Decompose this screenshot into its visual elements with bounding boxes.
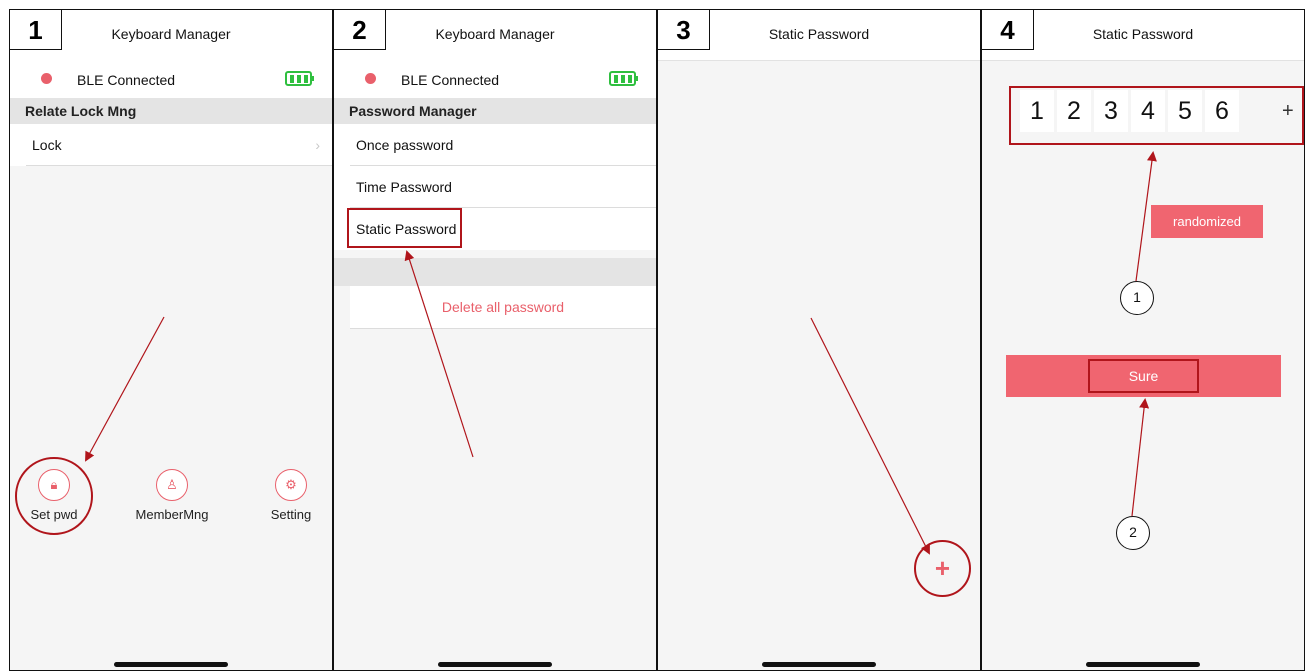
step-number: 2 [334,10,386,50]
home-indicator [1086,662,1200,667]
ble-status-row: BLE Connected [10,60,332,98]
tab-member-mng[interactable]: ♙ MemberMng [132,469,212,522]
home-indicator [438,662,552,667]
list-item-once-password[interactable]: Once password [334,124,656,166]
section-header: Relate Lock Mng [10,98,332,124]
chevron-right-icon: › [315,137,320,153]
connection-dot-icon [41,73,52,84]
members-icon: ♙ [156,469,188,501]
battery-icon [285,71,314,86]
add-password-button[interactable]: + [914,540,971,597]
ble-status-text: BLE Connected [401,72,500,88]
home-indicator [762,662,876,667]
section-gap [334,258,656,286]
step-number: 4 [982,10,1034,50]
highlight-box [1009,86,1304,145]
callout-badge: 1 [1120,281,1154,315]
callout-badge: 2 [1116,516,1150,550]
ble-status-text: BLE Connected [77,72,176,88]
tab-label: Setting [270,507,312,522]
step1-panel: 1 Keyboard Manager BLE Connected Relate … [9,9,333,671]
list-item-lock[interactable]: Lock › [10,124,332,166]
highlight-box [1088,359,1199,393]
step2-panel: 2 Keyboard Manager BLE Connected Passwor… [333,9,657,671]
list-item-time-password[interactable]: Time Password [334,166,656,208]
connection-dot-icon [365,73,376,84]
ble-status-row: BLE Connected [334,60,656,98]
tab-setting[interactable]: ⚙ Setting [251,469,331,522]
home-indicator [114,662,228,667]
list-item-label: Once password [356,137,454,153]
tab-label: MemberMng [135,507,209,522]
battery-icon [609,71,638,86]
list-item-label: Time Password [356,179,452,195]
section-header: Password Manager [334,98,656,124]
highlight-box [347,208,462,248]
delete-all-password-button[interactable]: Delete all password [350,286,656,329]
randomize-button[interactable]: randomized [1151,205,1263,238]
step-number: 3 [658,10,710,50]
list-item-label: Lock [32,137,62,153]
highlight-ring [15,457,93,535]
gear-icon: ⚙ [275,469,307,501]
step-number: 1 [10,10,62,50]
